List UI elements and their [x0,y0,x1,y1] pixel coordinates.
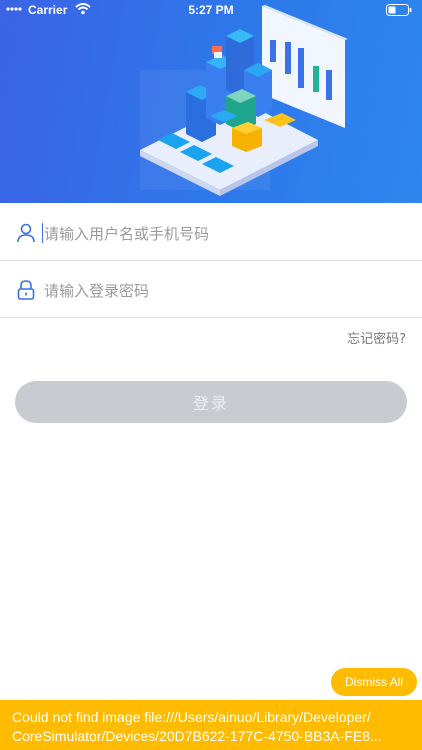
battery-icon [386,4,412,16]
password-input[interactable] [42,275,406,307]
status-bar: Carrier 5:27 PM [0,0,422,20]
password-field[interactable] [0,261,422,318]
hero-banner: Carrier 5:27 PM [0,0,422,203]
error-message-line2: CoreSimulator/Devices/20D7B622-177C-4750… [12,728,382,744]
dismiss-all-button[interactable]: Dismiss All [331,668,417,696]
forgot-password-link[interactable]: 忘记密码? [347,328,406,347]
lock-icon [17,280,35,300]
user-icon [17,223,35,243]
error-message-line1: Could not find image file:///Users/ainuo… [12,709,371,725]
status-time: 5:27 PM [188,3,234,17]
text-cursor [42,223,43,243]
username-input[interactable] [42,218,406,250]
username-field[interactable] [0,204,422,261]
error-banner[interactable]: Could not find image file:///Users/ainuo… [0,700,422,750]
login-button[interactable]: 登录 [15,381,407,423]
data-dashboard-illustration [140,5,348,196]
